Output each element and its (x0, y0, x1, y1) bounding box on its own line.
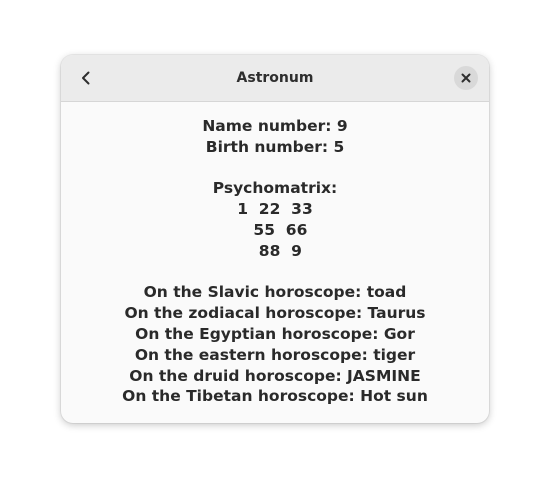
birth-number: Birth number: 5 (205, 137, 345, 156)
psychomatrix-row: 88 9 (248, 241, 302, 260)
horoscope-egyptian: On the Egyptian horoscope: Gor (135, 324, 415, 343)
horoscope-zodiacal: On the zodiacal horoscope: Taurus (124, 304, 426, 323)
psychomatrix-row: 55 66 (242, 220, 308, 239)
name-number: Name number: 9 (202, 117, 348, 135)
psychomatrix-row: 1 22 33 (237, 200, 313, 219)
app-window: Astronum Name number: 9 Birth number: 5 … (61, 55, 489, 423)
back-button[interactable] (71, 63, 101, 93)
horoscope-tibetan: On the Tibetan horoscope: Hot sun (122, 387, 428, 406)
window-close-icon (461, 73, 471, 83)
horoscope-druid: On the druid horoscope: JASMINE (129, 366, 421, 385)
psychomatrix-label: Psychomatrix: (212, 179, 338, 198)
close-button[interactable] (454, 66, 478, 90)
horoscope-eastern: On the eastern horoscope: tiger (134, 345, 416, 364)
window-title: Astronum (236, 70, 314, 86)
go-back-icon (82, 71, 90, 85)
header-bar: Astronum (61, 55, 489, 102)
horoscope-slavic: On the Slavic horoscope: toad (143, 283, 407, 302)
result-text: Name number: 9 Birth number: 5 Psychomat… (61, 116, 489, 407)
